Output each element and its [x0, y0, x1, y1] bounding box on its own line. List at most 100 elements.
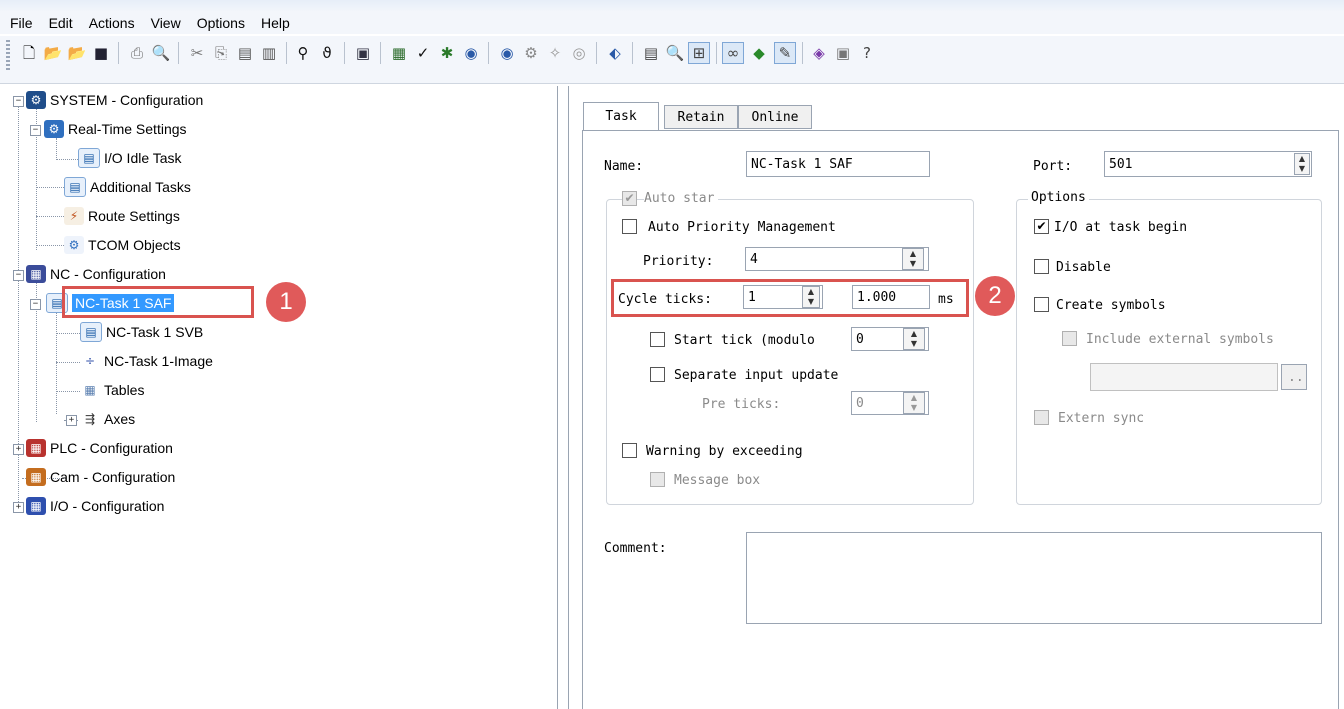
- port-input[interactable]: 501: [1104, 151, 1312, 177]
- tree-item-io-idle-task[interactable]: ▤ I/O Idle Task: [78, 146, 182, 170]
- set-value-icon[interactable]: ✎: [774, 42, 796, 64]
- toolbar-separator: [802, 42, 803, 64]
- warning-exceeding-checkbox[interactable]: [622, 443, 637, 458]
- doc-icon[interactable]: ▤: [640, 42, 662, 64]
- pre-ticks-spinner[interactable]: ▲ ▼: [903, 392, 925, 414]
- save-icon[interactable]: ■: [90, 42, 112, 64]
- target-system-icon[interactable]: ▣: [352, 42, 374, 64]
- options-group: [1016, 199, 1322, 505]
- find-icon[interactable]: ⚲: [292, 42, 314, 64]
- print-preview-icon[interactable]: 🔍: [150, 42, 172, 64]
- tree-item-nc-task-1-svb[interactable]: ▤ NC-Task 1 SVB: [80, 320, 203, 344]
- expand-realtime-toggle[interactable]: −: [30, 125, 41, 136]
- auto-priority-checkbox[interactable]: [622, 219, 637, 234]
- info-icon[interactable]: ▣: [832, 42, 854, 64]
- checkmark-icon[interactable]: ✓: [412, 42, 434, 64]
- show-bits-icon[interactable]: ∞: [722, 42, 744, 64]
- axes-icon: ⇶: [80, 410, 100, 428]
- wand-icon[interactable]: ✧: [544, 42, 566, 64]
- task-icon: ▤: [80, 322, 102, 342]
- menu-file[interactable]: File: [10, 15, 33, 31]
- tree-item-plc-configuration[interactable]: ▦ PLC - Configuration: [26, 436, 173, 460]
- port-label: Port:: [1033, 159, 1073, 174]
- menu-options[interactable]: Options: [197, 15, 245, 31]
- settings-icon[interactable]: ⬖: [604, 42, 626, 64]
- menu-edit[interactable]: Edit: [49, 15, 73, 31]
- expand-nc-toggle[interactable]: −: [13, 270, 24, 281]
- extern-sync-checkbox[interactable]: [1034, 410, 1049, 425]
- tree-item-system-configuration[interactable]: ⚙ SYSTEM - Configuration: [26, 88, 203, 112]
- name-input[interactable]: NC-Task 1 SAF: [746, 151, 930, 177]
- open-icon[interactable]: 📂: [42, 42, 64, 64]
- expand-axes-toggle[interactable]: +: [66, 415, 77, 426]
- tree-item-label: I/O - Configuration: [50, 498, 165, 514]
- menu-actions[interactable]: Actions: [89, 15, 135, 31]
- paste-icon[interactable]: ▤: [234, 42, 256, 64]
- external-symbols-input[interactable]: [1090, 363, 1278, 391]
- open-project-icon[interactable]: 📂: [66, 42, 88, 64]
- copy-icon[interactable]: ⎘: [210, 42, 232, 64]
- expand-nc-task-toggle[interactable]: −: [30, 299, 41, 310]
- browse-button[interactable]: ..: [1281, 364, 1307, 390]
- disable-checkbox[interactable]: [1034, 259, 1049, 274]
- expand-system-toggle[interactable]: −: [13, 96, 24, 107]
- tab-online[interactable]: Online: [738, 105, 812, 129]
- tree-item-axes[interactable]: ⇶ Axes: [80, 407, 135, 431]
- include-external-checkbox[interactable]: [1062, 331, 1077, 346]
- zoom-icon[interactable]: 🔍: [664, 42, 686, 64]
- print-icon[interactable]: ⎙: [126, 42, 148, 64]
- comment-textarea[interactable]: [746, 532, 1322, 624]
- tree-line: [56, 138, 57, 160]
- tab-task[interactable]: Task: [583, 102, 659, 130]
- io-task-begin-checkbox[interactable]: ✔: [1034, 219, 1049, 234]
- cut-icon[interactable]: ✂: [186, 42, 208, 64]
- tree-item-tables[interactable]: ▦ Tables: [80, 378, 144, 402]
- start-tick-spinner[interactable]: ▲ ▼: [903, 328, 925, 350]
- paste-special-icon[interactable]: ▥: [258, 42, 280, 64]
- tree-item-nc-task-1-image[interactable]: ÷ NC-Task 1-Image: [80, 349, 213, 373]
- menu-view[interactable]: View: [151, 15, 181, 31]
- create-symbols-checkbox[interactable]: [1034, 297, 1049, 312]
- tree-line: [56, 159, 78, 160]
- separate-input-checkbox[interactable]: [650, 367, 665, 382]
- additional-tasks-icon: ▤: [64, 177, 86, 197]
- config-mode-icon[interactable]: ◉: [496, 42, 518, 64]
- expand-io-toggle[interactable]: +: [13, 502, 24, 513]
- tree-item-tcom-objects[interactable]: ⚙ TCOM Objects: [64, 233, 181, 257]
- run-mode-icon[interactable]: ◉: [460, 42, 482, 64]
- toolbar-separator: [716, 42, 717, 64]
- tree-item-label: Axes: [104, 411, 136, 427]
- find-next-icon[interactable]: ϑ: [316, 42, 338, 64]
- new-file-icon[interactable]: 🗋: [18, 42, 40, 64]
- record-icon[interactable]: ◎: [568, 42, 590, 64]
- image-icon: ÷: [80, 352, 100, 370]
- priority-spinner[interactable]: ▲ ▼: [902, 248, 924, 270]
- separate-input-label: Separate input update: [674, 368, 839, 383]
- tcom-objects-icon: ⚙: [64, 236, 84, 254]
- toolbar-grip[interactable]: [6, 40, 10, 70]
- pre-ticks-label: Pre ticks:: [702, 397, 781, 412]
- tree-item-cam-configuration[interactable]: ▦ Cam - Configuration: [26, 465, 175, 489]
- check-config-icon[interactable]: ▦: [388, 42, 410, 64]
- start-tick-checkbox[interactable]: [650, 332, 665, 347]
- system-config-icon: ⚙: [26, 91, 46, 109]
- port-spinner[interactable]: ▲ ▼: [1294, 153, 1310, 175]
- route-settings-icon: ⚡: [64, 207, 84, 225]
- menu-help[interactable]: Help: [261, 15, 290, 31]
- message-box-checkbox[interactable]: [650, 472, 665, 487]
- name-label: Name:: [604, 159, 644, 174]
- tree-item-additional-tasks[interactable]: ▤ Additional Tasks: [64, 175, 191, 199]
- book-icon[interactable]: ◈: [808, 42, 830, 64]
- tab-retain[interactable]: Retain: [664, 105, 738, 129]
- tree-item-io-configuration[interactable]: ▦ I/O - Configuration: [26, 494, 164, 518]
- show-online-icon[interactable]: ⊞: [688, 42, 710, 64]
- expand-plc-toggle[interactable]: +: [13, 444, 24, 455]
- help-icon[interactable]: ?: [856, 42, 878, 64]
- tree-item-nc-configuration[interactable]: ▦ NC - Configuration: [26, 262, 166, 286]
- tree-item-real-time-settings[interactable]: ⚙ Real-Time Settings: [44, 117, 187, 141]
- network-icon[interactable]: ⚙: [520, 42, 542, 64]
- tree-item-route-settings[interactable]: ⚡ Route Settings: [64, 204, 180, 228]
- activate-config-icon[interactable]: ✱: [436, 42, 458, 64]
- auto-start-checkbox[interactable]: ✔: [622, 191, 637, 206]
- login-icon[interactable]: ◆: [748, 42, 770, 64]
